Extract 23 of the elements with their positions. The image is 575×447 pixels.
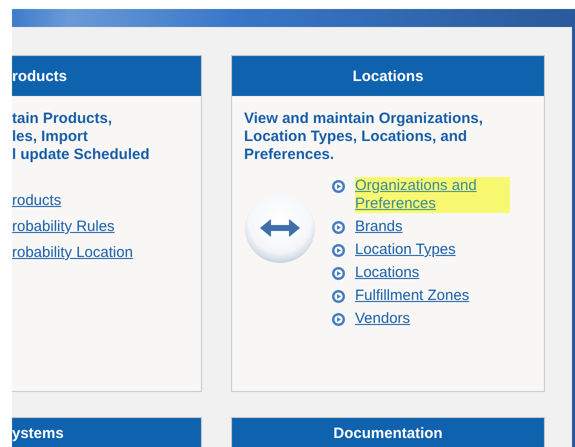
- nav-link[interactable]: Brands: [355, 218, 403, 236]
- nav-link[interactable]: Organizations and Preferences: [355, 177, 510, 213]
- nav-link[interactable]: Vendors: [355, 310, 410, 328]
- nav-link[interactable]: Fulfillment Zones: [355, 287, 470, 305]
- nav-link[interactable]: Locations: [355, 264, 420, 282]
- bullet-icon: [332, 290, 345, 303]
- nav-link[interactable]: Location Types: [355, 241, 456, 259]
- card-description: l update Scheduled: [12, 146, 151, 164]
- card-description: les, Import: [12, 128, 89, 146]
- card-title: Locations: [352, 68, 424, 84]
- bullet-icon: [332, 267, 345, 280]
- card-title: roducts: [12, 68, 68, 84]
- bullet-icon: [332, 221, 345, 234]
- card-title: ystems: [12, 426, 64, 442]
- bullet-icon: [332, 180, 345, 193]
- card-description: View and maintain Organizations, Location Types, Locations, and Preferences.: [244, 110, 484, 164]
- nav-link[interactable]: robability Location: [12, 244, 133, 262]
- nav-link[interactable]: roducts: [12, 192, 62, 210]
- nav-link[interactable]: robability Rules: [12, 218, 115, 236]
- card-description: tain Products,: [12, 110, 114, 128]
- card-title: Documentation: [333, 426, 443, 442]
- bullet-icon: [332, 244, 345, 257]
- bullet-icon: [332, 313, 345, 326]
